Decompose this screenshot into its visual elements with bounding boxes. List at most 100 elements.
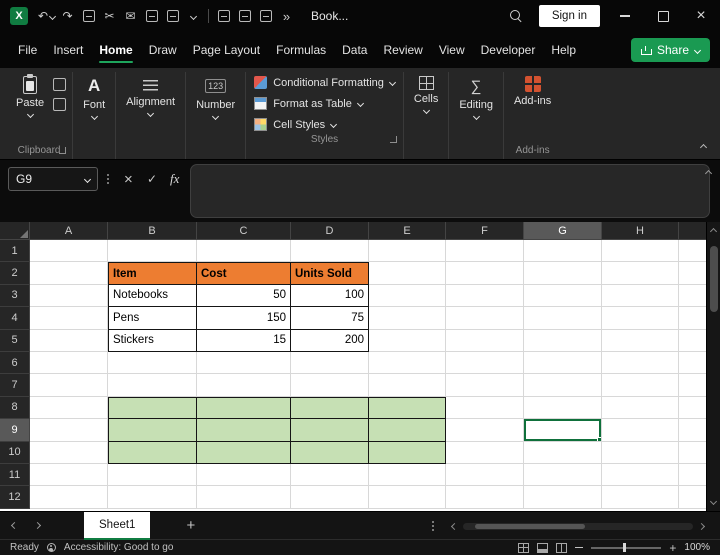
redo-button[interactable] xyxy=(57,5,78,27)
alignment-button[interactable]: Alignment xyxy=(122,74,179,118)
undo-button[interactable] xyxy=(36,5,57,27)
cell-H10[interactable] xyxy=(602,441,679,464)
row-header-3[interactable]: 3 xyxy=(0,284,30,308)
cell-H12[interactable] xyxy=(602,486,679,509)
page-break-view-icon[interactable] xyxy=(556,542,568,553)
cell-H9[interactable] xyxy=(602,419,679,442)
copy-button[interactable] xyxy=(78,5,99,27)
undo-chevron-icon[interactable] xyxy=(48,12,57,20)
cell-F4[interactable] xyxy=(446,307,524,330)
cell-A5[interactable] xyxy=(30,329,108,352)
cell-G7[interactable] xyxy=(524,374,602,397)
cell-C2[interactable]: Cost xyxy=(197,262,291,285)
row-header-5[interactable]: 5 xyxy=(0,329,30,352)
cell-B4[interactable]: Pens xyxy=(108,307,197,330)
save-button[interactable] xyxy=(213,5,234,27)
cell-E2[interactable] xyxy=(369,262,446,285)
horizontal-scroll-thumb[interactable] xyxy=(474,524,585,529)
vertical-scrollbar[interactable] xyxy=(706,222,720,511)
tab-page-layout[interactable]: Page Layout xyxy=(185,32,268,68)
cell-D9[interactable] xyxy=(291,419,369,442)
cell-E3[interactable] xyxy=(369,284,446,308)
cell-C5[interactable]: 15 xyxy=(197,329,291,352)
cell-C9[interactable] xyxy=(197,419,291,442)
cell-E1[interactable] xyxy=(369,240,446,263)
next-sheet-icon[interactable] xyxy=(33,521,42,530)
cell-F7[interactable] xyxy=(446,374,524,397)
cell-D12[interactable] xyxy=(291,486,369,509)
row-header-12[interactable]: 12 xyxy=(0,486,30,509)
column-header-H[interactable]: H xyxy=(602,222,679,240)
cell-H8[interactable] xyxy=(602,396,679,420)
addins-button[interactable]: Add-ins xyxy=(510,74,555,109)
cell-B7[interactable] xyxy=(108,374,197,397)
cell-G10[interactable] xyxy=(524,441,602,464)
cell-E8[interactable] xyxy=(369,396,446,420)
cell-F11[interactable] xyxy=(446,463,524,487)
cell-H1[interactable] xyxy=(602,240,679,263)
cell-G6[interactable] xyxy=(524,351,602,375)
cell-E6[interactable] xyxy=(369,351,446,375)
column-header-E[interactable]: E xyxy=(369,222,446,240)
cell-C3[interactable]: 50 xyxy=(197,284,291,308)
zoom-level[interactable]: 100% xyxy=(684,542,710,553)
format-painter-icon[interactable] xyxy=(53,98,67,111)
cell-G9[interactable] xyxy=(524,419,602,442)
cell-C7[interactable] xyxy=(197,374,291,397)
styles-dialog-launcher[interactable] xyxy=(389,136,397,143)
cell-A4[interactable] xyxy=(30,307,108,330)
cell-F10[interactable] xyxy=(446,441,524,464)
tab-home[interactable]: Home xyxy=(91,32,140,68)
cell-F5[interactable] xyxy=(446,329,524,352)
cell-B3[interactable]: Notebooks xyxy=(108,284,197,308)
prev-sheet-icon[interactable] xyxy=(10,521,19,530)
row-header-11[interactable]: 11 xyxy=(0,463,30,487)
conditional-formatting-button[interactable]: Conditional Formatting xyxy=(254,76,396,89)
tab-insert[interactable]: Insert xyxy=(45,32,91,68)
cell-F12[interactable] xyxy=(446,486,524,509)
zoom-in-icon[interactable] xyxy=(669,541,676,555)
cell-E9[interactable] xyxy=(369,419,446,442)
close-button[interactable] xyxy=(682,0,720,32)
format-as-table-button[interactable]: Format as Table xyxy=(254,97,364,110)
cell-D6[interactable] xyxy=(291,351,369,375)
cell-B11[interactable] xyxy=(108,463,197,487)
row-header-9[interactable]: 9 xyxy=(0,419,30,442)
minimize-button[interactable] xyxy=(606,0,644,32)
cell-D5[interactable]: 200 xyxy=(291,329,369,352)
cell-B12[interactable] xyxy=(108,486,197,509)
cell-H5[interactable] xyxy=(602,329,679,352)
cell-B10[interactable] xyxy=(108,441,197,464)
scroll-left-icon[interactable] xyxy=(450,522,459,531)
cell-E7[interactable] xyxy=(369,374,446,397)
column-header-A[interactable]: A xyxy=(30,222,108,240)
cell-G1[interactable] xyxy=(524,240,602,263)
cancel-icon[interactable] xyxy=(124,170,133,188)
vertical-scroll-thumb[interactable] xyxy=(710,246,718,312)
column-header-F[interactable]: F xyxy=(446,222,524,240)
column-header-B[interactable]: B xyxy=(108,222,197,240)
scroll-up-icon[interactable] xyxy=(709,227,718,236)
cell-A3[interactable] xyxy=(30,284,108,308)
excel-app-icon[interactable]: X xyxy=(10,7,28,25)
tab-draw[interactable]: Draw xyxy=(141,32,185,68)
ruler-button[interactable] xyxy=(234,5,255,27)
name-box-splitter[interactable] xyxy=(107,178,109,180)
column-header-D[interactable]: D xyxy=(291,222,369,240)
cell-G11[interactable] xyxy=(524,463,602,487)
cell-F3[interactable] xyxy=(446,284,524,308)
cell-A11[interactable] xyxy=(30,463,108,487)
maximize-button[interactable] xyxy=(644,0,682,32)
cell-H3[interactable] xyxy=(602,284,679,308)
cell-E11[interactable] xyxy=(369,463,446,487)
enter-icon[interactable] xyxy=(147,170,157,188)
tab-review[interactable]: Review xyxy=(375,32,430,68)
page-layout-view-icon[interactable] xyxy=(537,542,549,553)
tab-developer[interactable]: Developer xyxy=(473,32,544,68)
clipboard-dialog-launcher[interactable] xyxy=(59,147,67,154)
cell-A10[interactable] xyxy=(30,441,108,464)
row-header-10[interactable]: 10 xyxy=(0,441,30,464)
row-header-4[interactable]: 4 xyxy=(0,307,30,330)
cell-A6[interactable] xyxy=(30,351,108,375)
cell-D8[interactable] xyxy=(291,396,369,420)
